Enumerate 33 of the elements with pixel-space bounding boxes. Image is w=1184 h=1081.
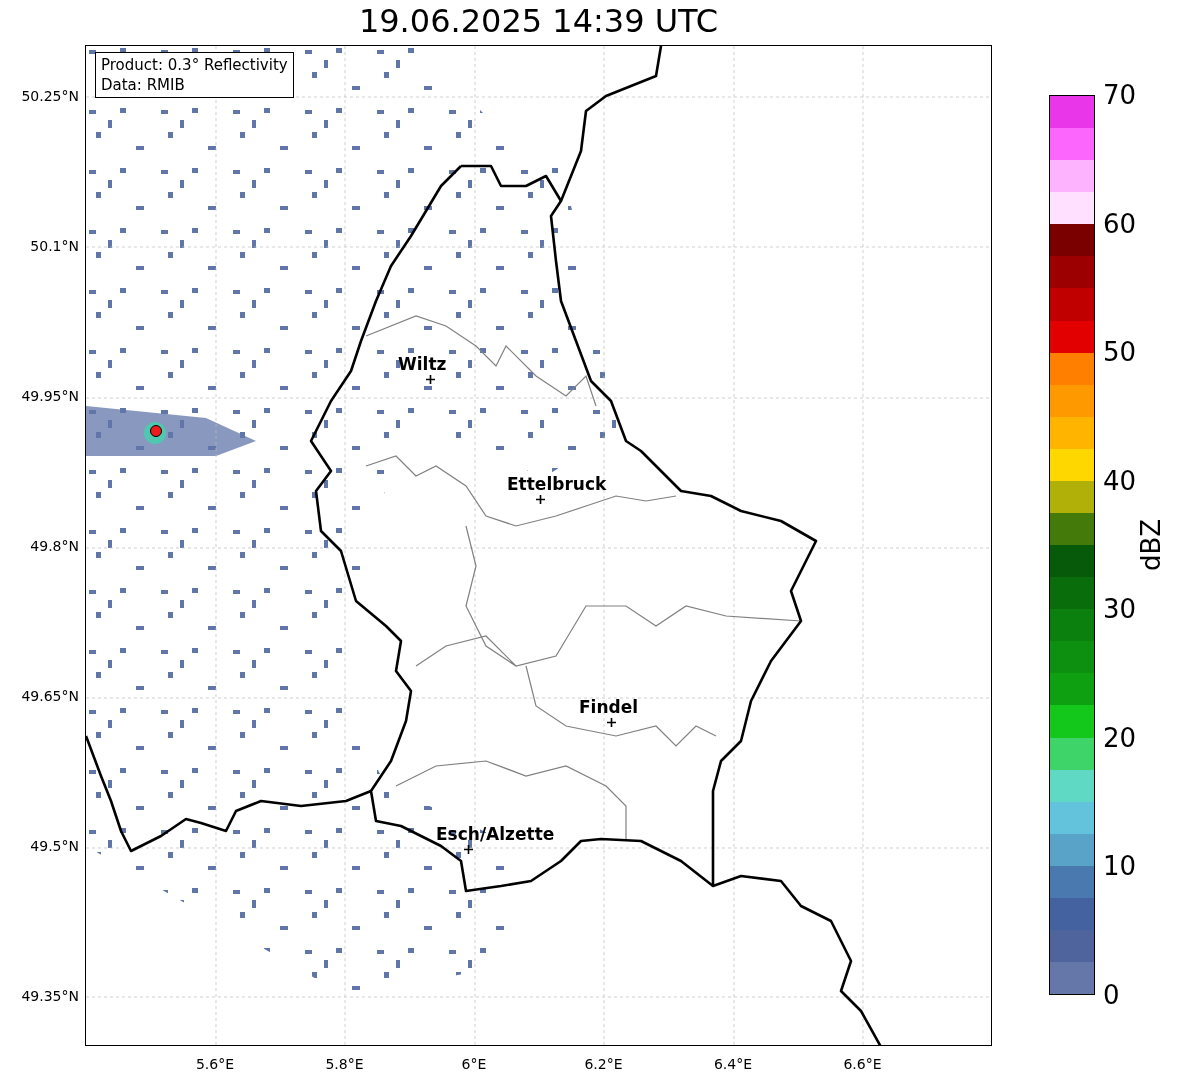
city-label: Esch/Alzette (436, 824, 555, 844)
colorbar-tick-label: 60 (1103, 209, 1137, 238)
colorbar-tick-label: 30 (1103, 595, 1137, 624)
latitude-label: 50.25°N (21, 88, 79, 104)
longitude-label: 5.6°E (195, 1056, 235, 1072)
colorbar-tick-label: 70 (1103, 81, 1137, 109)
info-text: Product: 0.3° Reflectivity (101, 55, 288, 75)
chart-title: 19.06.2025 14:39 UTC (358, 1, 719, 42)
latitude-label: 49.35°N (21, 988, 79, 1004)
latitude-label: 49.8°N (30, 538, 79, 554)
city-label: Findel (579, 697, 639, 717)
colorbar-tick-label: 50 (1103, 338, 1137, 367)
longitude-label: 6.2°E (584, 1056, 623, 1072)
colorbar-tick-label: 0 (1103, 981, 1120, 1009)
latitude-label: 49.5°N (30, 838, 79, 854)
latitude-label: 50.1°N (30, 238, 79, 254)
longitude-label: 6.4°E (713, 1056, 753, 1072)
info-text: Data: RMIB (101, 75, 186, 95)
colorbar-tick-label: 10 (1103, 852, 1137, 881)
city-marker-icon (464, 845, 473, 854)
city-marker-icon (426, 375, 435, 384)
colorbar-tick-label: 40 (1103, 466, 1137, 495)
longitude-label: 6.6°E (843, 1056, 882, 1072)
latitude-label: 49.65°N (21, 688, 79, 704)
longitude-label: 5.8°E (325, 1056, 364, 1072)
latitude-label: 49.95°N (21, 388, 79, 404)
city-label: Wiltz (398, 354, 447, 374)
colorbar-tick-label: 20 (1103, 723, 1137, 752)
city-label: Ettelbruck (507, 474, 607, 494)
longitude-label: 6°E (461, 1056, 487, 1072)
city-marker-icon (536, 495, 545, 504)
colorbar-label: dBZ (1137, 518, 1166, 572)
city-marker-icon (607, 718, 616, 727)
